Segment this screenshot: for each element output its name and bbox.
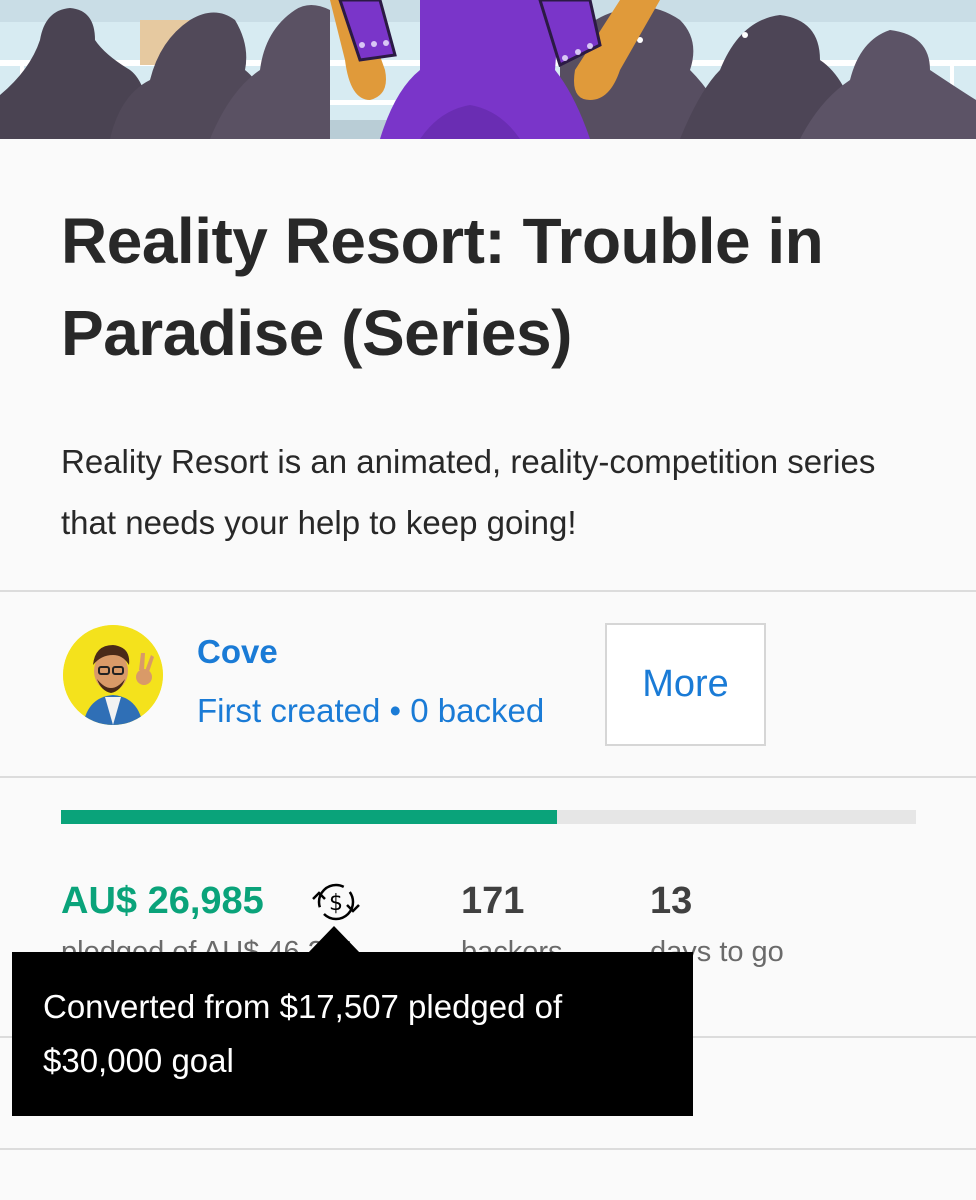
creator-avatar[interactable]: [63, 625, 163, 725]
funding-progress-bar: [61, 810, 916, 824]
days-to-go-count: 13: [650, 880, 693, 922]
project-title: Reality Resort: Trouble in Paradise (Ser…: [61, 205, 824, 369]
project-hero-image: [0, 0, 976, 139]
svg-text:$: $: [329, 891, 343, 916]
divider: [0, 1148, 976, 1150]
creator-name-link[interactable]: Cove: [197, 633, 278, 671]
divider: [0, 776, 976, 778]
creator-stats-link[interactable]: First created • 0 backed: [197, 692, 544, 730]
project-details: Reality Resort: Trouble in Paradise (Ser…: [0, 139, 976, 1200]
pledged-amount: AU$ 26,985: [61, 880, 264, 922]
more-button[interactable]: More: [605, 623, 766, 746]
tooltip-arrow: [307, 926, 361, 954]
divider: [0, 590, 976, 592]
project-blurb: Reality Resort is an animated, reality-c…: [61, 443, 876, 541]
backers-count: 171: [461, 880, 525, 922]
currency-conversion-icon[interactable]: $: [308, 877, 364, 927]
currency-conversion-tooltip: Converted from $17,507 pledged of $30,00…: [12, 952, 693, 1116]
funding-progress-fill: [61, 810, 557, 824]
